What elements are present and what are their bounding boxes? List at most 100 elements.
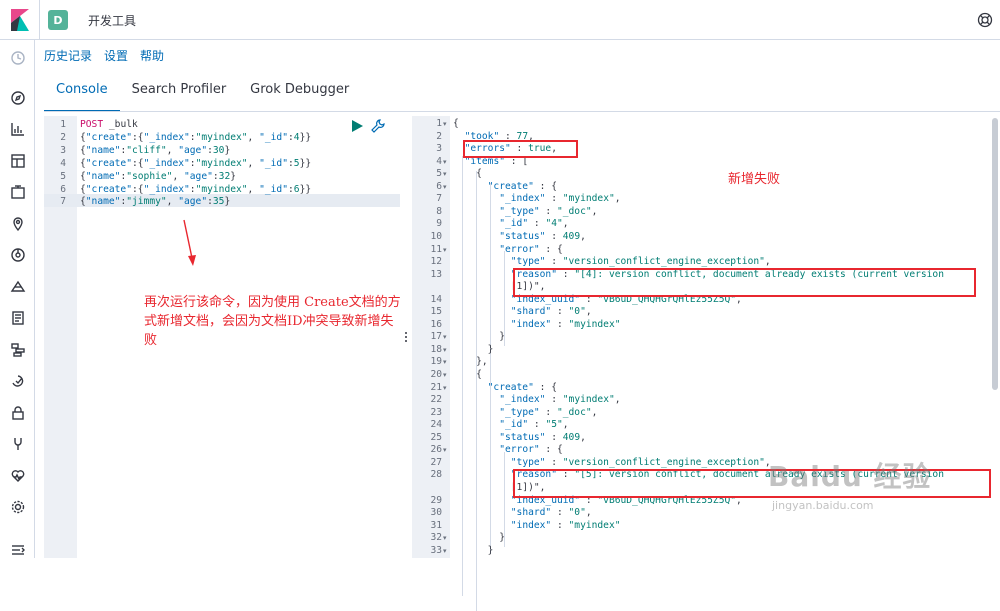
editor-line[interactable]: {"name":"cliff", "age":30}	[80, 144, 230, 157]
output-line-number: 21	[430, 381, 442, 393]
output-line-number: 33	[430, 544, 442, 556]
output-line-number: 22	[430, 394, 442, 406]
editor-line[interactable]: {"name":"jimmy", "age":35}	[80, 195, 230, 208]
editor-line[interactable]: POST _bulk	[80, 118, 138, 131]
apm-icon[interactable]	[8, 340, 28, 360]
fold-arrow-icon[interactable]: ▾	[443, 356, 447, 369]
output-line-number: 2	[436, 130, 442, 142]
top-header: D 开发工具	[0, 0, 1000, 40]
dashboard-icon[interactable]	[8, 151, 28, 171]
output-line: "_type" : "_doc",	[499, 205, 598, 217]
output-line: "type" : "version_conflict_engine_except…	[510, 256, 771, 268]
output-line-number: 25	[430, 431, 442, 443]
fold-arrow-icon[interactable]: ▾	[443, 444, 447, 457]
output-line: "index" : "myindex"	[510, 519, 621, 531]
chart-icon[interactable]	[8, 119, 28, 139]
editor-line-number: 4	[60, 157, 66, 169]
fold-arrow-icon[interactable]: ▾	[443, 532, 447, 545]
editor-line[interactable]: {"create":{"_index":"myindex", "_id":4}}	[80, 131, 311, 144]
output-line-number: 14	[430, 293, 442, 305]
kibana-logo[interactable]	[0, 0, 40, 40]
output-line-number: 30	[430, 507, 442, 519]
help-icon[interactable]	[975, 10, 995, 30]
play-icon[interactable]	[351, 120, 363, 132]
output-line-number: 32	[430, 532, 442, 544]
editor-line[interactable]: {"create":{"_index":"myindex", "_id":5}}	[80, 157, 311, 170]
devtools-icon[interactable]	[8, 434, 28, 454]
uptime-icon[interactable]	[8, 371, 28, 391]
output-line: "shard" : "0",	[510, 306, 592, 318]
history-link[interactable]: 历史记录	[44, 47, 92, 65]
maps-icon[interactable]	[8, 214, 28, 234]
output-line-number: 3	[436, 143, 442, 155]
output-line-number: 17	[430, 331, 442, 343]
security-icon[interactable]	[8, 403, 28, 423]
wrench-icon[interactable]	[371, 119, 385, 133]
fold-arrow-icon[interactable]: ▾	[443, 369, 447, 382]
app-title: 开发工具	[88, 14, 137, 28]
logs-icon[interactable]	[8, 308, 28, 328]
management-icon[interactable]	[8, 497, 28, 517]
space-avatar[interactable]: D	[48, 10, 68, 30]
output-line-number: 6	[436, 180, 442, 192]
collapse-icon[interactable]	[8, 540, 28, 560]
help-link[interactable]: 帮助	[140, 47, 164, 65]
fail-label: 新增失败	[728, 172, 781, 187]
canvas-icon[interactable]	[8, 182, 28, 202]
editor-line-number: 6	[60, 183, 66, 195]
editor-line[interactable]: {"name":"sophie", "age":32}	[80, 170, 236, 183]
output-line: },	[453, 356, 488, 368]
output-line-number: 26	[430, 444, 442, 456]
pane-resizer[interactable]	[402, 332, 410, 346]
fold-arrow-icon[interactable]: ▾	[443, 344, 447, 357]
output-line-number: 1	[436, 118, 442, 129]
devtools-tabs: Console Search Profiler Grok Debugger	[44, 76, 361, 112]
fold-arrow-icon[interactable]: ▾	[443, 382, 447, 395]
annotation-text: 再次运行该命令，因为使用 Create文档的方式新增文档，会因为文档ID冲突导致…	[144, 295, 401, 348]
output-line: "status" : 409,	[499, 431, 586, 443]
output-line: "error" : {	[499, 243, 563, 255]
output-line-number: 16	[430, 318, 442, 330]
output-line-number: 5	[436, 168, 442, 180]
fold-arrow-icon[interactable]: ▾	[443, 244, 447, 257]
output-line-number: 29	[430, 494, 442, 506]
editor-line[interactable]: {"create":{"_index":"myindex", "_id":6}}	[80, 183, 311, 196]
output-line: "create" : {	[487, 381, 557, 393]
clock-icon[interactable]	[8, 48, 28, 68]
tabs-divider	[44, 111, 1000, 112]
fold-arrow-icon[interactable]: ▾	[443, 181, 447, 194]
output-scrollbar[interactable]	[992, 118, 998, 390]
output-line-number: 23	[430, 406, 442, 418]
fold-arrow-icon[interactable]: ▾	[443, 545, 447, 558]
editor-line-number: 2	[60, 131, 66, 143]
ml-icon[interactable]	[8, 245, 28, 265]
editor-line-number: 5	[60, 170, 66, 182]
side-navigation	[0, 40, 35, 558]
kibana-logo-icon	[10, 9, 29, 31]
fold-arrow-icon[interactable]: ▾	[443, 168, 447, 181]
console-menu: 历史记录 设置 帮助	[44, 47, 164, 65]
fold-arrow-icon[interactable]: ▾	[443, 118, 447, 131]
tab-search-profiler[interactable]: Search Profiler	[120, 76, 239, 112]
tab-grok-debugger[interactable]: Grok Debugger	[238, 76, 361, 112]
settings-link[interactable]: 设置	[104, 47, 128, 65]
output-line-number: 8	[436, 205, 442, 217]
fold-arrow-icon[interactable]: ▾	[443, 331, 447, 344]
output-line-number: 9	[436, 218, 442, 230]
output-line-number: 28	[430, 469, 442, 481]
editor-line-number: 1	[60, 119, 66, 130]
output-line: "status" : 409,	[499, 230, 586, 242]
watermark-title: Baidu 经验	[768, 460, 932, 493]
tab-console[interactable]: Console	[44, 76, 120, 112]
compass-icon[interactable]	[8, 88, 28, 108]
output-line-number: 18	[430, 343, 442, 355]
infra-icon[interactable]	[8, 277, 28, 297]
output-line: "_index" : "myindex",	[499, 193, 621, 205]
output-line: "error" : {	[499, 444, 563, 456]
monitoring-icon[interactable]	[8, 466, 28, 486]
fold-arrow-icon[interactable]: ▾	[443, 156, 447, 169]
output-line-number: 13	[430, 268, 442, 280]
output-line: "shard" : "0",	[510, 507, 592, 519]
baidu-watermark: Baidu 经验 jingyan.baidu.com	[768, 455, 932, 512]
output-line-number: 7	[436, 193, 442, 205]
